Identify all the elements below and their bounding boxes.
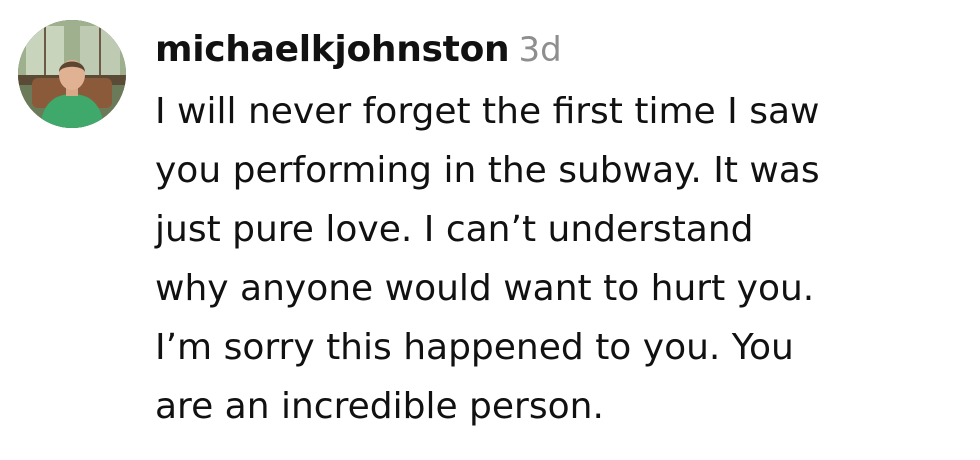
user-photo-avatar-icon bbox=[18, 20, 126, 128]
comment: michaelkjohnston 3d I will never forget … bbox=[0, 0, 980, 460]
comment-body: michaelkjohnston 3d I will never forget … bbox=[155, 22, 970, 436]
comment-text-line: just pure love. I can’t understand bbox=[155, 209, 754, 250]
comment-text-line: you performing in the subway. It was bbox=[155, 150, 820, 191]
comment-header: michaelkjohnston 3d bbox=[155, 22, 970, 78]
comment-text-line: why anyone would want to hurt you. bbox=[155, 268, 815, 309]
comment-text-line: I’m sorry this happened to you. You bbox=[155, 327, 794, 368]
comment-text-line: are an incredible person. bbox=[155, 386, 604, 427]
username-link[interactable]: michaelkjohnston bbox=[155, 29, 510, 70]
comment-text-line: I will never forget the first time I saw bbox=[155, 91, 820, 132]
avatar[interactable] bbox=[18, 20, 126, 128]
comment-text: I will never forget the first time I saw… bbox=[155, 82, 970, 436]
comment-timestamp[interactable]: 3d bbox=[518, 30, 561, 70]
